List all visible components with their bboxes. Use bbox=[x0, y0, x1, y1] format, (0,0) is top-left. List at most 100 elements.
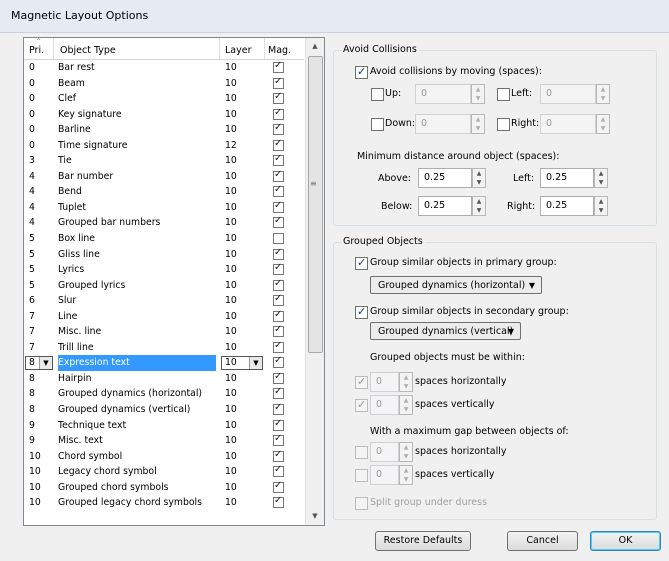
table-row[interactable]: 5 Grouped lyrics 10 bbox=[24, 278, 304, 294]
spin-down-arrow-icon[interactable]: ▼ bbox=[473, 178, 485, 187]
column-header-layer[interactable]: Layer bbox=[225, 45, 252, 56]
table-row[interactable]: 4 Tuplet 10 bbox=[24, 200, 304, 216]
left-spin-buttons[interactable]: ▲ ▼ bbox=[596, 84, 610, 104]
up-spin-buttons[interactable]: ▲ ▼ bbox=[471, 84, 485, 104]
spin-up-arrow-icon[interactable]: ▲ bbox=[472, 85, 484, 94]
object-type-table[interactable]: Pri. ^ Object Type Layer Mag. 0 Bar rest 1… bbox=[23, 37, 325, 526]
magnetic-checkbox[interactable] bbox=[273, 91, 284, 105]
within-vertical-checkbox[interactable] bbox=[355, 398, 368, 412]
table-row[interactable]: 7 Line 10 bbox=[24, 309, 304, 325]
spin-up-arrow-icon[interactable]: ▲ bbox=[597, 115, 609, 124]
gap-vertical-spin-buttons[interactable]: ▲ ▼ bbox=[399, 465, 413, 485]
scroll-down-arrow-icon[interactable]: ▼ bbox=[306, 508, 324, 525]
table-row[interactable]: 7 Trill line 10 bbox=[24, 340, 304, 356]
table-row[interactable]: 5 Gliss line 10 bbox=[24, 247, 304, 263]
magnetic-checkbox[interactable] bbox=[273, 200, 284, 213]
magnetic-checkbox[interactable] bbox=[273, 371, 284, 384]
scroll-up-arrow-icon[interactable]: ▲ bbox=[306, 38, 324, 55]
spin-up-arrow-icon[interactable]: ▲ bbox=[400, 466, 412, 475]
spin-up-arrow-icon[interactable]: ▲ bbox=[472, 115, 484, 124]
magnetic-checkbox[interactable] bbox=[273, 138, 284, 151]
spin-up-arrow-icon[interactable]: ▲ bbox=[595, 197, 607, 206]
above-spinner[interactable]: 0.25 ▲ ▼ bbox=[418, 168, 486, 188]
table-row[interactable]: 3 Tie 10 bbox=[24, 153, 304, 169]
table-row[interactable]: 10 Grouped chord symbols 10 bbox=[24, 480, 304, 496]
spin-down-arrow-icon[interactable]: ▼ bbox=[400, 382, 412, 391]
down-spin-buttons[interactable]: ▲ ▼ bbox=[471, 114, 485, 134]
magnetic-checkbox[interactable] bbox=[273, 278, 284, 291]
column-header-priority[interactable]: Pri. bbox=[29, 45, 44, 56]
left-distance-value[interactable]: 0.25 bbox=[540, 168, 594, 188]
magnetic-checkbox[interactable] bbox=[273, 293, 284, 307]
spin-down-arrow-icon[interactable]: ▼ bbox=[472, 94, 484, 103]
right-distance-value[interactable]: 0.25 bbox=[540, 196, 594, 216]
spin-down-arrow-icon[interactable]: ▼ bbox=[473, 206, 485, 215]
magnetic-checkbox[interactable] bbox=[273, 107, 284, 120]
right-spin-buttons[interactable]: ▲ ▼ bbox=[596, 114, 610, 134]
gap-horizontal-value[interactable]: 0 bbox=[370, 442, 399, 462]
table-row[interactable]: 0 Time signature 12 bbox=[24, 138, 304, 154]
magnetic-checkbox[interactable] bbox=[273, 215, 284, 229]
table-row[interactable]: 8 Hairpin 10 bbox=[24, 371, 304, 387]
magnetic-checkbox[interactable] bbox=[273, 355, 284, 369]
magnetic-checkbox[interactable] bbox=[273, 233, 284, 245]
magnetic-checkbox[interactable] bbox=[273, 153, 284, 167]
table-row[interactable]: 9 Misc. text 10 bbox=[24, 433, 304, 449]
table-row[interactable]: 4 Bar number 10 bbox=[24, 169, 304, 185]
gap-vertical-value[interactable]: 0 bbox=[370, 465, 399, 485]
below-spin-buttons[interactable]: ▲ ▼ bbox=[472, 196, 486, 216]
table-row[interactable]: 9 Technique text 10 bbox=[24, 418, 304, 434]
magnetic-checkbox[interactable] bbox=[273, 449, 284, 462]
table-row[interactable]: 10 Grouped legacy chord symbols 10 bbox=[24, 495, 304, 511]
cancel-button[interactable]: Cancel bbox=[507, 531, 578, 551]
table-scrollbar[interactable]: ▲ ≡ ▼ bbox=[305, 38, 324, 525]
left-distance-spin-buttons[interactable]: ▲ ▼ bbox=[594, 168, 608, 188]
gap-horizontal-checkbox[interactable] bbox=[355, 446, 368, 459]
table-row[interactable]: 5 Box line 10 bbox=[24, 231, 304, 247]
table-row[interactable]: 0 Beam 10 bbox=[24, 76, 304, 92]
up-checkbox[interactable] bbox=[371, 88, 384, 101]
within-horizontal-spin-buttons[interactable]: ▲ ▼ bbox=[399, 372, 413, 392]
table-row[interactable]: 0 Key signature 10 bbox=[24, 107, 304, 123]
spin-up-arrow-icon[interactable]: ▲ bbox=[595, 169, 607, 178]
right-spinner[interactable]: 0 ▲ ▼ bbox=[540, 114, 610, 134]
down-spinner[interactable]: 0 ▲ ▼ bbox=[415, 114, 485, 134]
spin-down-arrow-icon[interactable]: ▼ bbox=[595, 178, 607, 187]
within-horizontal-value[interactable]: 0 bbox=[370, 372, 399, 392]
spin-down-arrow-icon[interactable]: ▼ bbox=[597, 124, 609, 133]
table-row[interactable]: 8 Grouped dynamics (vertical) 10 bbox=[24, 402, 304, 418]
table-row[interactable]: 10 Legacy chord symbol 10 bbox=[24, 464, 304, 480]
table-row[interactable]: 0 Bar rest 10 bbox=[24, 60, 304, 76]
left-value[interactable]: 0 bbox=[540, 84, 596, 104]
table-row[interactable]: 10 Chord symbol 10 bbox=[24, 449, 304, 465]
primary-group-checkbox[interactable] bbox=[355, 256, 368, 270]
right-distance-spinner[interactable]: 0.25 ▲ ▼ bbox=[540, 196, 608, 216]
down-value[interactable]: 0 bbox=[415, 114, 471, 134]
spin-down-arrow-icon[interactable]: ▼ bbox=[597, 94, 609, 103]
within-vertical-spinner[interactable]: 0 ▲ ▼ bbox=[370, 395, 413, 415]
dropdown-arrow-icon[interactable]: ▼ bbox=[39, 357, 52, 370]
column-header-object-type[interactable]: Object Type bbox=[60, 45, 116, 56]
within-horizontal-spinner[interactable]: 0 ▲ ▼ bbox=[370, 372, 413, 392]
table-row[interactable]: 0 Barline 10 bbox=[24, 122, 304, 138]
gap-horizontal-spinner[interactable]: 0 ▲ ▼ bbox=[370, 442, 413, 462]
table-row[interactable]: 5 Lyrics 10 bbox=[24, 262, 304, 278]
spin-up-arrow-icon[interactable]: ▲ bbox=[400, 443, 412, 452]
primary-group-select[interactable]: Grouped dynamics (horizontal) ▼ bbox=[370, 276, 542, 294]
restore-defaults-button[interactable]: Restore Defaults bbox=[375, 531, 471, 551]
magnetic-checkbox[interactable] bbox=[273, 76, 284, 89]
spin-up-arrow-icon[interactable]: ▲ bbox=[473, 197, 485, 206]
magnetic-checkbox[interactable] bbox=[273, 309, 284, 322]
dropdown-arrow-icon[interactable]: ▼ bbox=[249, 357, 262, 370]
below-spinner[interactable]: 0.25 ▲ ▼ bbox=[418, 196, 486, 216]
spin-down-arrow-icon[interactable]: ▼ bbox=[400, 475, 412, 484]
magnetic-checkbox[interactable] bbox=[273, 418, 284, 431]
left-distance-spinner[interactable]: 0.25 ▲ ▼ bbox=[540, 168, 608, 188]
within-vertical-spin-buttons[interactable]: ▲ ▼ bbox=[399, 395, 413, 415]
split-group-checkbox[interactable] bbox=[355, 497, 368, 510]
table-row[interactable]: 0 Clef 10 bbox=[24, 91, 304, 107]
table-row[interactable]: 6 Slur 10 bbox=[24, 293, 304, 309]
left-spinner[interactable]: 0 ▲ ▼ bbox=[540, 84, 610, 104]
above-value[interactable]: 0.25 bbox=[418, 168, 472, 188]
table-row[interactable]: 7 Misc. line 10 bbox=[24, 324, 304, 340]
